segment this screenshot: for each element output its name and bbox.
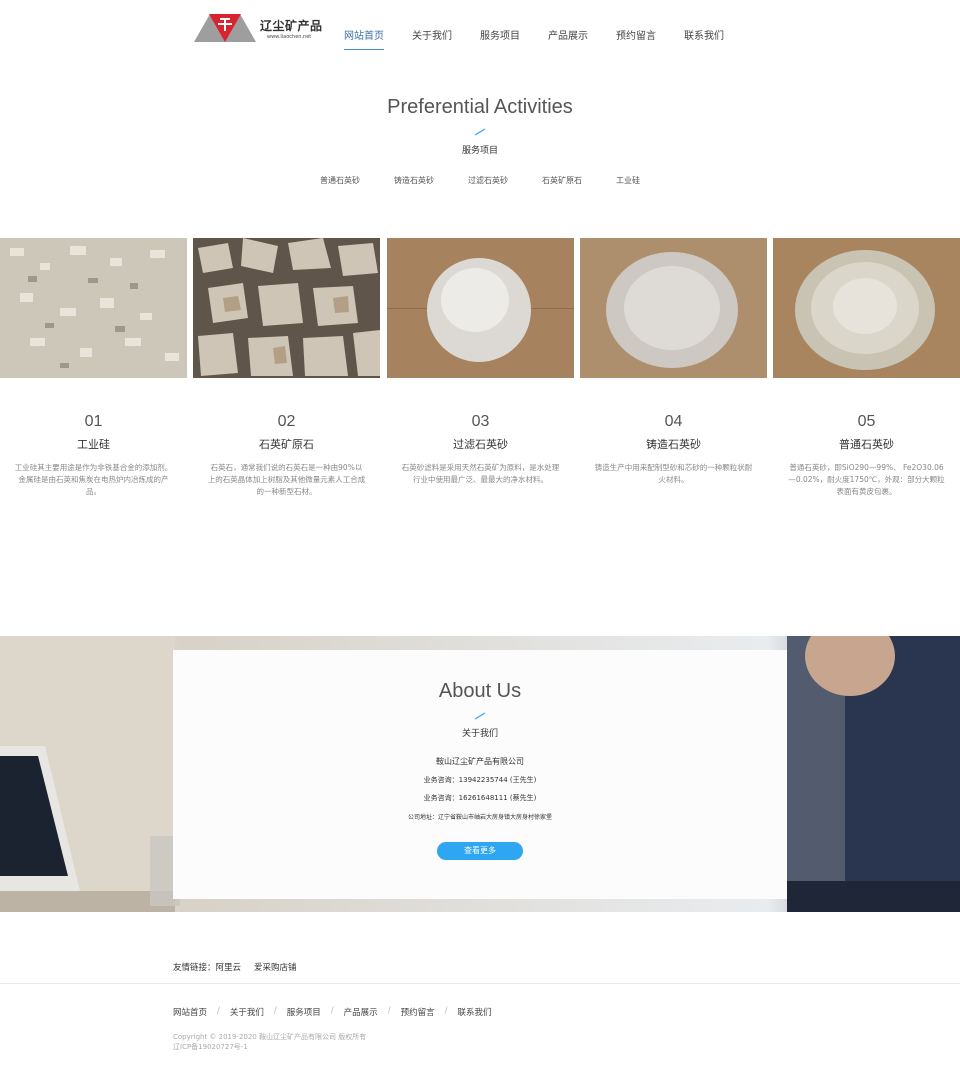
separator: / [387, 1006, 391, 1016]
footer-nav-services[interactable]: 服务项目 [287, 1006, 321, 1018]
friend-links: 友情链接： 阿里云 爱采购店铺 [173, 961, 310, 973]
tab-regular-quartz-sand[interactable]: 普通石英砂 [320, 175, 360, 186]
product-image-regular-quartz-sand[interactable] [773, 238, 960, 378]
logo-url: www.liaochen.net [267, 34, 312, 40]
product-name[interactable]: 工业硅 [0, 436, 187, 454]
nav-home[interactable]: 网站首页 [344, 27, 384, 50]
separator: / [273, 1006, 277, 1016]
about-title: About Us [438, 680, 522, 702]
product-description: 石英石，通常我们说的石英石是一种由90%以上的石英晶体加上树脂及其他微量元素人工… [207, 463, 366, 496]
product-number: 04 [664, 413, 683, 430]
tab-filter-quartz-sand[interactable]: 过滤石英砂 [468, 175, 508, 186]
phone-cai: 业务咨询：16261648111 (蔡先生) [423, 794, 537, 802]
product-image-quartz-raw-stone[interactable] [193, 238, 380, 378]
product-description: 石英砂滤料是采用天然石英矿为原料，是水处理行业中使用最广泛、最最大的净水材料。 [401, 463, 560, 484]
product-name[interactable]: 过滤石英砂 [387, 436, 574, 454]
tab-industrial-silicon[interactable]: 工业硅 [616, 175, 640, 186]
company-name: 鞍山辽尘矿产品有限公司 [436, 757, 524, 766]
footer-nav-contact[interactable]: 联系我们 [457, 1006, 491, 1018]
product-card: 03 过滤石英砂 石英砂滤料是采用天然石英矿为原料，是水处理行业中使用最广泛、最… [387, 413, 574, 486]
site-header: 辽尘矿产品 www.liaochen.net 网站首页 关于我们 服务项目 产品… [0, 0, 960, 60]
copyright: Copyright © 2019-2020 鞍山辽尘矿产品有限公司 版权所有 [173, 1033, 367, 1041]
product-card: 02 石英矿原石 石英石，通常我们说的石英石是一种由90%以上的石英晶体加上树脂… [193, 413, 380, 498]
footer-nav-booking[interactable]: 预约留言 [401, 1006, 435, 1018]
product-number: 01 [84, 413, 103, 430]
footer-nav-products[interactable]: 产品展示 [344, 1006, 378, 1018]
nav-about[interactable]: 关于我们 [412, 27, 452, 49]
view-more-button[interactable]: 查看更多 [437, 842, 523, 860]
friend-link-aliyun[interactable]: 阿里云 [216, 961, 242, 973]
nav-contact[interactable]: 联系我们 [684, 27, 724, 49]
logo-triangle-icon [194, 14, 256, 42]
footer-nav-home[interactable]: 网站首页 [173, 1006, 207, 1018]
about-subtitle: 关于我们 [461, 729, 498, 739]
footer-nav: 网站首页 / 关于我们 / 服务项目 / 产品展示 / 预约留言 / 联系我们 [173, 1006, 491, 1018]
slash-divider-icon [474, 712, 486, 720]
product-description: 工业硅其主要用途是作为非铁基合金的添加剂。金属硅是由石英和焦炭在电热炉内冶炼成的… [14, 463, 173, 496]
main-nav: 网站首页 关于我们 服务项目 产品展示 预约留言 联系我们 [344, 27, 752, 50]
nav-products[interactable]: 产品展示 [548, 27, 588, 49]
footer-divider [0, 983, 960, 984]
product-name[interactable]: 石英矿原石 [193, 436, 380, 454]
product-card: 05 普通石英砂 普通石英砂，即SiO290—99%、 Fe2O30.06—0.… [773, 413, 960, 498]
product-description: 铸造生产中用来配制型砂和芯砂的一种颗粒状耐火材料。 [594, 463, 753, 484]
product-image-casting-quartz-sand[interactable] [580, 238, 767, 378]
site-logo[interactable]: 辽尘矿产品 www.liaochen.net [194, 14, 324, 44]
product-image-filter-quartz-sand[interactable] [387, 238, 574, 378]
footer-nav-about[interactable]: 关于我们 [230, 1006, 264, 1018]
logo-text: 辽尘矿产品 [260, 19, 323, 33]
icp-number[interactable]: 辽ICP备19020727号-1 [173, 1042, 248, 1052]
separator: / [444, 1006, 448, 1016]
slash-divider-icon [474, 128, 486, 136]
phone-wang: 业务咨询：13942235744 (王先生) [423, 776, 537, 784]
services-title: Preferential Activities [387, 96, 573, 118]
friend-link-aicaigou[interactable]: 爱采购店铺 [254, 961, 297, 973]
nav-booking[interactable]: 预约留言 [616, 27, 656, 49]
product-name[interactable]: 铸造石英砂 [580, 436, 767, 454]
product-description: 普通石英砂，即SiO290—99%、 Fe2O30.06—0.02%，耐火度17… [788, 463, 945, 496]
product-tabs: 普通石英砂 铸造石英砂 过滤石英砂 石英矿原石 工业硅 [0, 175, 960, 186]
tab-quartz-raw-stone[interactable]: 石英矿原石 [542, 175, 582, 186]
product-number: 02 [277, 413, 296, 430]
nav-services[interactable]: 服务项目 [480, 27, 520, 49]
separator: / [217, 1006, 220, 1016]
product-card: 01 工业硅 工业硅其主要用途是作为非铁基合金的添加剂。金属硅是由石英和焦炭在电… [0, 413, 187, 498]
product-name[interactable]: 普通石英砂 [773, 436, 960, 454]
tab-casting-quartz-sand[interactable]: 铸造石英砂 [394, 175, 434, 186]
separator: / [330, 1006, 334, 1016]
product-number: 05 [857, 413, 876, 430]
company-address: 公司地址：辽宁省鞍山市岫岩大房身镇大房身村徐家堡 [407, 814, 552, 821]
product-number: 03 [471, 413, 490, 430]
product-card: 04 铸造石英砂 铸造生产中用来配制型砂和芯砂的一种颗粒状耐火材料。 [580, 413, 767, 486]
services-subtitle: 服务项目 [461, 146, 498, 156]
product-image-industrial-silicon[interactable] [0, 238, 187, 378]
friend-links-label: 友情链接： [173, 963, 216, 973]
